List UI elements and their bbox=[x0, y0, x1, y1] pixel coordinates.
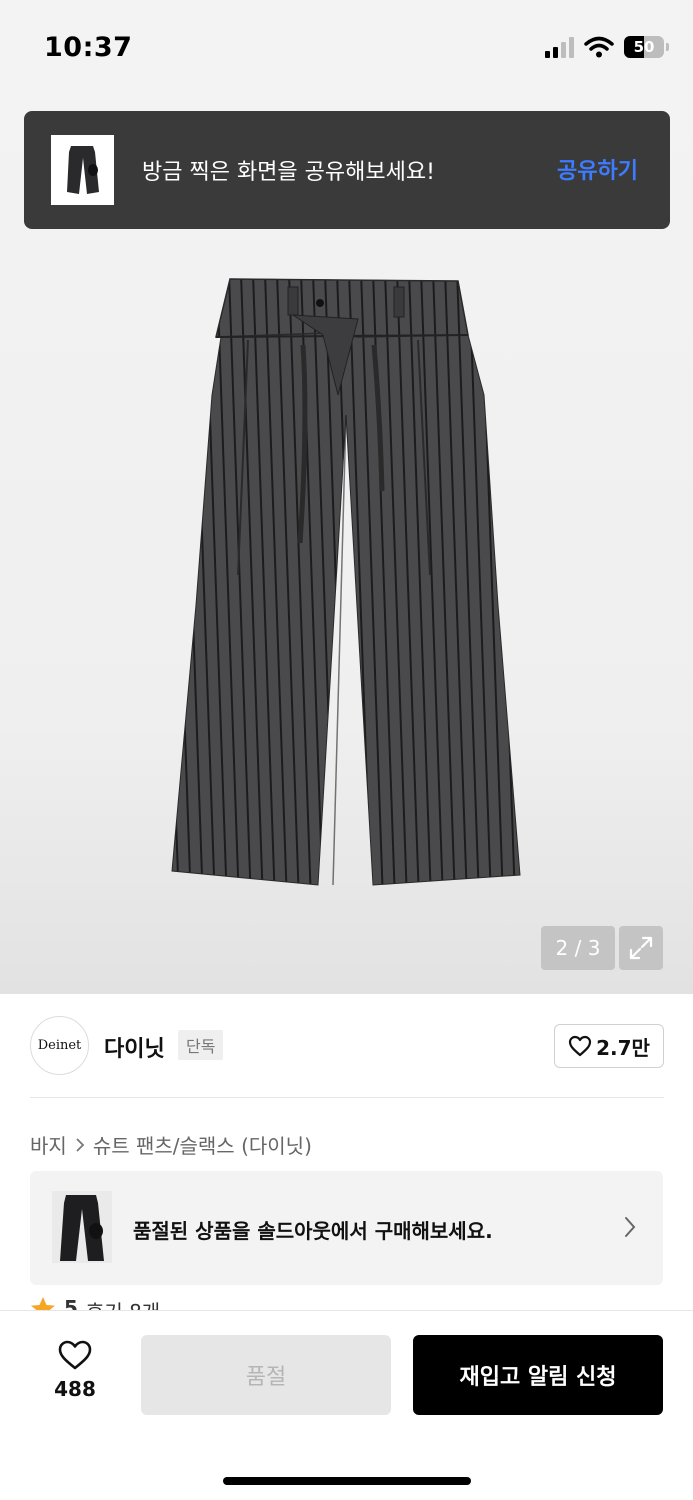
share-button[interactable]: 공유하기 bbox=[557, 153, 638, 185]
brand-logo[interactable]: Deinet bbox=[30, 1016, 89, 1075]
status-time: 10:37 bbox=[44, 32, 133, 63]
chevron-right-icon bbox=[76, 1137, 85, 1152]
product-image[interactable] bbox=[168, 275, 524, 887]
breadcrumb-subcategory[interactable]: 슈트 팬츠/슬랙스 (다이닛) bbox=[93, 1130, 312, 1159]
wishlist-count: 488 bbox=[54, 1377, 96, 1401]
exclusive-badge: 단독 bbox=[178, 1030, 224, 1060]
battery-level: 50 bbox=[633, 38, 655, 56]
brand-like-button[interactable]: 2.7만 bbox=[554, 1024, 664, 1068]
soldout-banner-text: 품절된 상품을 솔드아웃에서 구매해보세요. bbox=[133, 1219, 493, 1243]
status-icons: 50 bbox=[545, 36, 669, 58]
status-bar: 10:37 50 bbox=[0, 0, 693, 100]
divider bbox=[30, 1097, 664, 1098]
share-message: 방금 찍은 화면을 공유해보세요! bbox=[142, 160, 435, 185]
pants-thumbnail-icon bbox=[60, 1195, 104, 1261]
gallery-counter: 2 / 3 bbox=[541, 926, 615, 970]
chevron-right-icon bbox=[625, 1217, 636, 1237]
pants-thumbnail-icon bbox=[66, 146, 99, 194]
wifi-icon bbox=[584, 36, 614, 58]
signal-icon bbox=[545, 36, 574, 58]
restock-alert-button[interactable]: 재입고 알림 신청 bbox=[413, 1335, 663, 1415]
brand-name[interactable]: 다이닛 bbox=[104, 1031, 165, 1063]
soldout-thumbnail bbox=[52, 1191, 112, 1263]
soldout-banner[interactable]: 품절된 상품을 솔드아웃에서 구매해보세요. bbox=[30, 1171, 663, 1285]
expand-icon bbox=[629, 936, 653, 960]
heart-icon bbox=[568, 1035, 592, 1057]
screenshot-thumbnail[interactable] bbox=[51, 135, 114, 205]
home-indicator[interactable] bbox=[223, 1477, 471, 1485]
share-toast: 방금 찍은 화면을 공유해보세요! 공유하기 bbox=[24, 111, 670, 229]
brand-like-count: 2.7만 bbox=[596, 1035, 650, 1060]
expand-button[interactable] bbox=[619, 926, 663, 970]
heart-icon bbox=[58, 1340, 92, 1370]
breadcrumb: 바지 슈트 팬츠/슬랙스 (다이닛) bbox=[30, 1130, 312, 1159]
product-image-gallery[interactable]: 2 / 3 bbox=[0, 100, 693, 994]
battery-icon: 50 bbox=[624, 36, 664, 58]
breadcrumb-category[interactable]: 바지 bbox=[30, 1130, 67, 1159]
soldout-button: 품절 bbox=[141, 1335, 391, 1415]
bottom-action-bar: 488 품절 재입고 알림 신청 bbox=[0, 1310, 693, 1500]
wishlist-button[interactable]: 488 bbox=[42, 1339, 108, 1401]
brand-row: Deinet 다이닛 단독 2.7만 bbox=[30, 1016, 664, 1076]
